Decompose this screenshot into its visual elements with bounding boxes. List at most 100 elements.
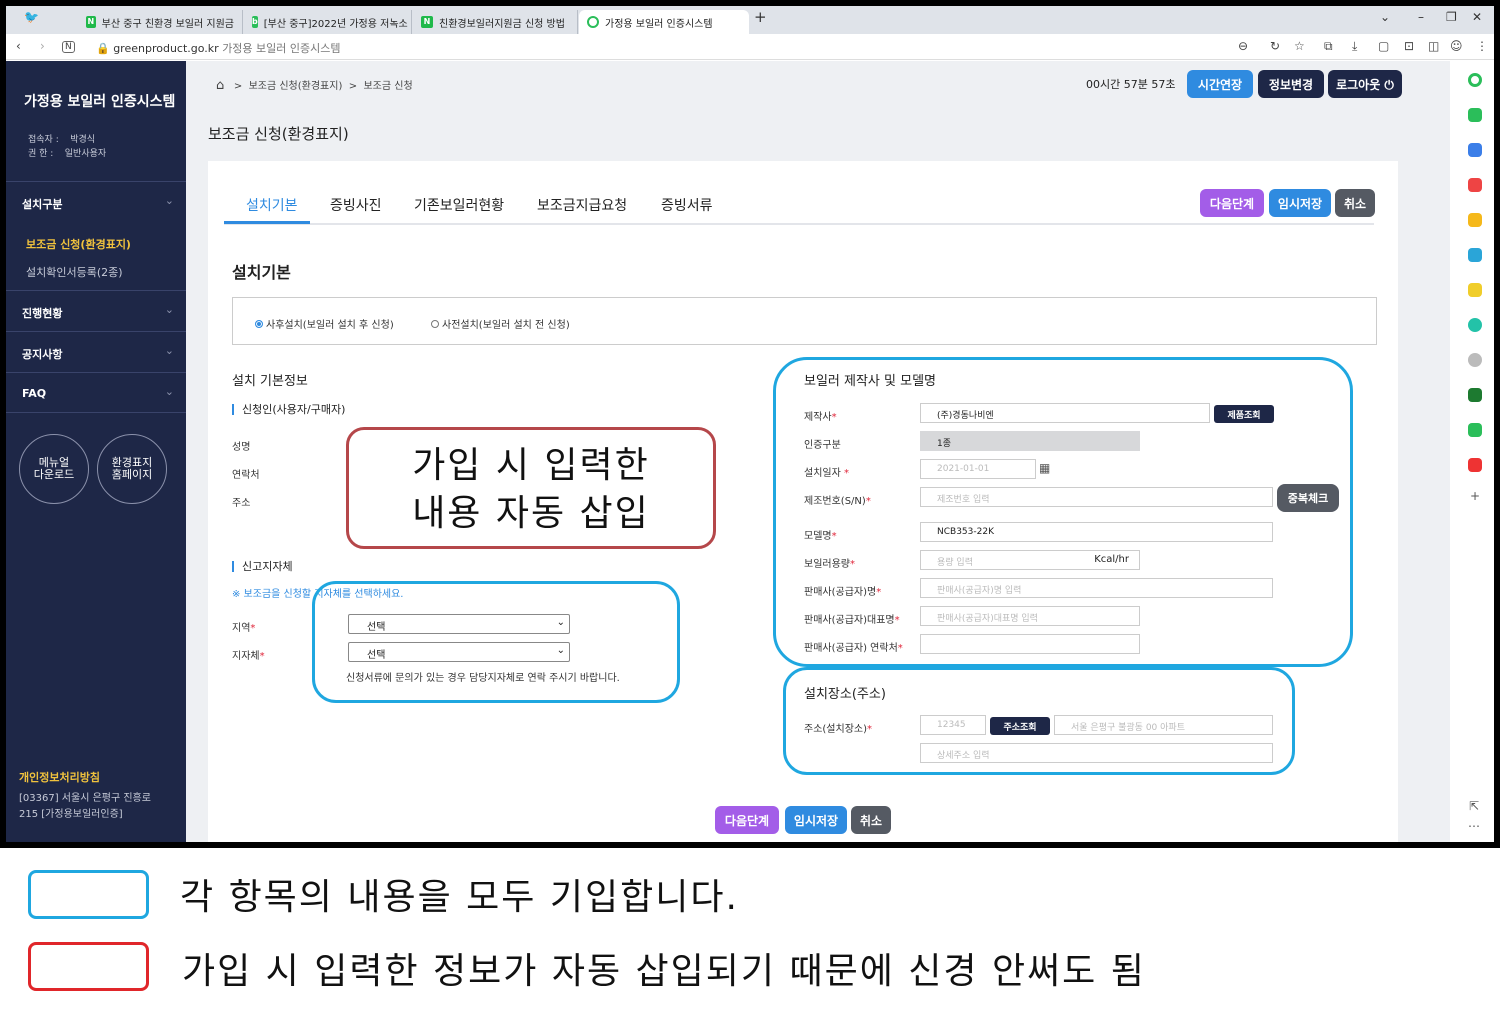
extensions-icon[interactable]: ⧉ — [1324, 39, 1333, 54]
extend-time-button[interactable]: 시간연장 — [1187, 70, 1253, 98]
profile-icon[interactable]: ☺ — [1450, 39, 1463, 53]
naver-icon: N — [421, 16, 433, 28]
briefcase-icon[interactable] — [1468, 143, 1482, 157]
chevron-down-icon: ⌄ — [164, 344, 174, 357]
sidebar-item-install-confirm[interactable]: 설치확인서등록(2종) — [26, 264, 123, 280]
role-label: 권 한 : — [28, 149, 54, 159]
site-icon — [587, 16, 599, 28]
breadcrumb-item[interactable]: 보조금 신청(환경표지) — [249, 81, 343, 92]
add-icon[interactable]: + — [1470, 489, 1480, 503]
required-mark: * — [250, 623, 256, 634]
pocket-icon[interactable] — [1468, 178, 1482, 192]
game-icon[interactable] — [1468, 388, 1482, 402]
bookmark-icon[interactable]: ☆ — [1294, 39, 1305, 53]
annotation-blue-box-maker — [773, 357, 1353, 667]
tab-label: 가정용 보일러 인증시스템 — [605, 18, 713, 30]
browser-tab[interactable]: N 친환경보일러지원금 신청 방법 — [413, 10, 578, 34]
collections-icon[interactable]: ▢ — [1378, 39, 1389, 53]
lock-icon: 🔒 — [96, 42, 110, 55]
temp-save-button[interactable]: 임시저장 — [1269, 189, 1331, 217]
star-icon[interactable] — [1468, 213, 1482, 227]
eco-homepage-button[interactable]: 환경표지 홈페이지 — [97, 434, 167, 504]
manual-download-button[interactable]: 메뉴얼 다운로드 — [19, 434, 89, 504]
tab-photo-evidence[interactable]: 증빙사진 — [330, 195, 382, 215]
tab-label: [부산 중구]2022년 가정용 저녹소 — [263, 18, 408, 30]
cancel-button[interactable]: 취소 — [1335, 189, 1375, 217]
sidebar-section-progress[interactable]: 진행현황 ⌄ — [6, 290, 186, 330]
sidebar-section-install[interactable]: 설치구분 ⌄ — [6, 181, 186, 221]
radio-checked-icon — [255, 319, 263, 328]
radio-after-install[interactable]: 사후설치(보일러 설치 후 신청) — [255, 316, 394, 331]
app-icon[interactable] — [1468, 73, 1482, 87]
sidebar-icon[interactable]: ◫ — [1428, 39, 1439, 53]
notification-icon[interactable] — [1468, 108, 1482, 122]
shopping-icon[interactable] — [1468, 458, 1482, 472]
tab-documents[interactable]: 증빙서류 — [661, 195, 713, 215]
sidebar-item-subsidy[interactable]: 보조금 신청(환경표지) — [26, 236, 131, 252]
restore-icon[interactable]: ❐ — [1446, 10, 1457, 24]
naver-icon: N — [86, 16, 96, 28]
region-label: 지역* — [232, 619, 255, 634]
annotation-blue-box-place — [783, 667, 1295, 775]
close-icon[interactable]: ✕ — [1472, 10, 1482, 24]
external-link-icon[interactable]: ⇱ — [1469, 799, 1479, 813]
cancel-button-bottom[interactable]: 취소 — [851, 806, 891, 834]
browser-tab-active[interactable]: 가정용 보일러 인증시스템 — [579, 10, 749, 34]
url-field[interactable]: 🔒 greenproduct.go.kr 가정용 보일러 인증시스템 — [96, 40, 341, 56]
refresh-icon[interactable]: ↻ — [1270, 39, 1280, 53]
tab-install-basic[interactable]: 설치기본 — [246, 195, 298, 215]
logout-button[interactable]: 로그아웃 ⏻ — [1328, 70, 1402, 98]
screenshot-icon[interactable]: ⊡ — [1404, 39, 1414, 53]
sidebar-title[interactable]: 가정용 보일러 인증시스템 — [24, 91, 175, 111]
privacy-policy-link[interactable]: 개인정보처리방침 — [19, 769, 100, 785]
note-icon[interactable] — [1468, 283, 1482, 297]
next-step-button[interactable]: 다음단계 — [1200, 189, 1264, 217]
edge-icon[interactable] — [1468, 248, 1482, 262]
home-icon[interactable]: ⌂ — [216, 78, 224, 93]
tab-old-boiler[interactable]: 기존보일러현황 — [414, 195, 504, 215]
sidebar-section-notice[interactable]: 공지사항 ⌄ — [6, 331, 186, 371]
naver-home-icon[interactable]: N — [62, 41, 75, 53]
download-icon[interactable]: ⤓ — [1352, 39, 1357, 54]
forward-icon[interactable]: › — [40, 39, 45, 53]
tab-label: 부산 중구 친환경 보일러 지원금 — [101, 18, 234, 30]
address-label: 주소 — [232, 498, 251, 509]
minimize-icon[interactable]: – — [1418, 10, 1424, 24]
sidebar-section-faq[interactable]: FAQ ⌄ — [6, 372, 186, 413]
annotation-red-text: 가입 시 입력한 내용 자동 삽입 — [349, 442, 713, 538]
top-bar: ⌂ > 보조금 신청(환경표지) > 보조금 신청 00시간 57분 57초 시… — [186, 61, 1450, 107]
address-line: 215 [가정용보일러인증] — [19, 809, 123, 820]
back-icon[interactable]: ‹ — [16, 39, 21, 53]
chevron-down-icon: ⌄ — [164, 385, 174, 398]
sidebar: 가정용 보일러 인증시스템 접속자 : 박경식 권 한 : 일반사용자 설치구분… — [6, 61, 186, 842]
section-label: FAQ — [22, 387, 47, 400]
zoom-icon[interactable]: ⊖ — [1238, 39, 1248, 53]
annotation-red-box: 가입 시 입력한 내용 자동 삽입 — [346, 427, 716, 549]
temp-save-button-bottom[interactable]: 임시저장 — [785, 806, 847, 834]
new-tab-button[interactable]: + — [754, 8, 767, 26]
breadcrumb-sep: > — [233, 81, 243, 92]
user-label: 접속자 : — [28, 135, 59, 145]
play-icon[interactable] — [1468, 318, 1482, 332]
breadcrumb-item[interactable]: 보조금 신청 — [363, 81, 412, 92]
twitter-icon[interactable]: 🐦 — [24, 10, 39, 24]
webtoon-icon[interactable] — [1468, 423, 1482, 437]
breadcrumb: ⌂ > 보조금 신청(환경표지) > 보조금 신청 — [216, 77, 413, 93]
edit-info-button[interactable]: 정보변경 — [1258, 70, 1324, 98]
avatar-icon[interactable] — [1468, 353, 1482, 367]
browser-tab[interactable]: N 부산 중구 친환경 보일러 지원금 — [78, 10, 243, 34]
radio-before-install[interactable]: 사전설치(보일러 설치 전 신청) — [431, 316, 570, 331]
tab-list-icon[interactable]: ⌄ — [1380, 10, 1390, 24]
browser-tab[interactable]: b [부산 중구]2022년 가정용 저녹소 — [244, 10, 412, 34]
section-label: 설치구분 — [22, 198, 63, 211]
chevron-down-icon: ⌄ — [164, 303, 174, 316]
more-icon[interactable]: ⋯ — [1468, 819, 1480, 833]
tab-label: 친환경보일러지원금 신청 방법 — [439, 18, 565, 30]
radio-label: 사후설치(보일러 설치 후 신청) — [266, 320, 394, 331]
blog-icon: b — [252, 16, 258, 28]
menu-icon[interactable]: ⋮ — [1476, 39, 1488, 53]
session-timer: 00시간 57분 57초 — [1086, 78, 1176, 91]
tab-payment-request[interactable]: 보조금지급요청 — [537, 195, 627, 215]
next-step-button-bottom[interactable]: 다음단계 — [715, 806, 779, 834]
legend-blue-text: 각 항목의 내용을 모두 기입합니다. — [180, 877, 739, 918]
